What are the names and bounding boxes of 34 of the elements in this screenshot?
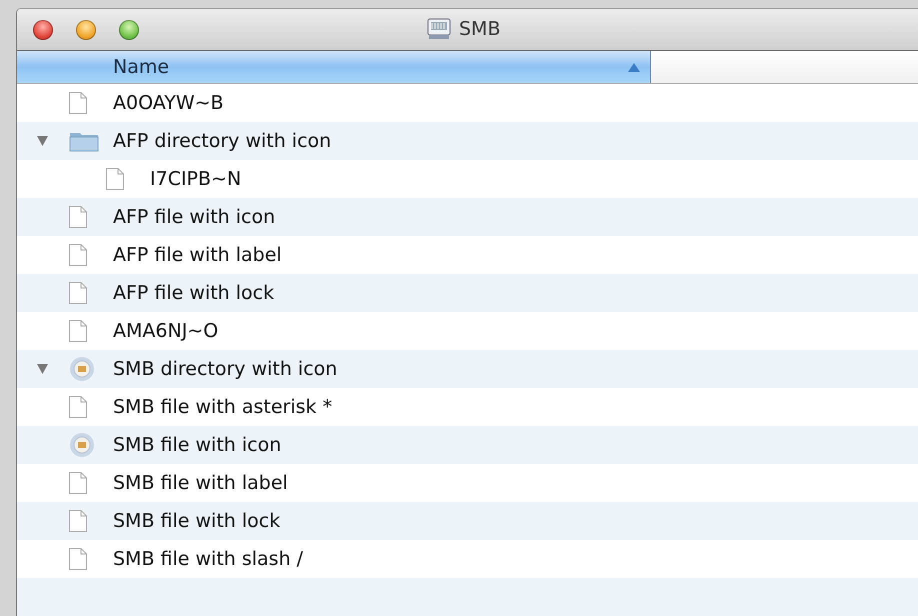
file-name[interactable]: AFP directory with icon (113, 130, 332, 152)
file-name[interactable]: SMB file with label (113, 472, 288, 494)
round-badge-icon (69, 356, 95, 382)
window-title: SMB (459, 18, 500, 40)
file-icon (69, 320, 87, 342)
file-icon (69, 206, 87, 228)
expanded-triangle-icon[interactable] (37, 364, 48, 374)
network-drive-icon (427, 18, 451, 40)
file-name[interactable]: SMB file with slash / (113, 548, 304, 570)
file-icon (69, 510, 87, 532)
zoom-button[interactable] (119, 20, 139, 40)
file-name[interactable]: SMB directory with icon (113, 358, 338, 380)
file-name[interactable]: AFP file with label (113, 244, 282, 266)
file-icon (69, 396, 87, 418)
file-name[interactable]: AFP file with icon (113, 206, 276, 228)
file-name[interactable]: SMB file with asterisk * (113, 396, 332, 418)
folder-icon (69, 130, 99, 152)
file-name[interactable]: AMA6NJ~O (113, 320, 218, 342)
file-icon (69, 472, 87, 494)
file-icon (106, 168, 124, 190)
column-header[interactable]: Name (17, 51, 651, 83)
file-icon (69, 282, 87, 304)
file-name[interactable]: I7CIPB~N (150, 168, 242, 190)
file-name[interactable]: SMB file with lock (113, 510, 280, 532)
round-badge-icon (69, 432, 95, 458)
file-icon (69, 244, 87, 266)
file-name[interactable]: A0OAYW~B (113, 92, 224, 114)
close-button[interactable] (33, 20, 53, 40)
expanded-triangle-icon[interactable] (37, 136, 48, 146)
file-name[interactable]: AFP file with lock (113, 282, 274, 304)
file-name[interactable]: SMB file with icon (113, 434, 282, 456)
file-icon (69, 548, 87, 570)
minimize-button[interactable] (76, 20, 96, 40)
file-icon (69, 92, 87, 114)
